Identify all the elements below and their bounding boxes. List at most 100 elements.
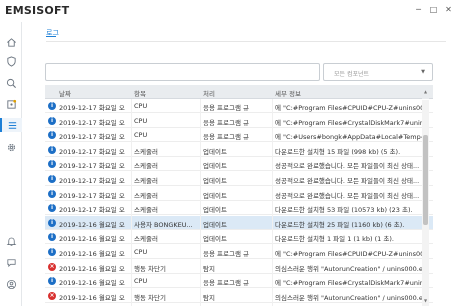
sidebar-item-home[interactable] [4,35,18,49]
cell-details: 에 "C:#Users#bongk#AppData#Local#Temp#fc.… [275,133,425,142]
home-icon [6,37,16,47]
cell-action: 업데이트 [203,147,227,156]
title-bar: EMSISOFT ─ □ ✕ [0,0,458,22]
table-row[interactable]: i 2019-12-17 화요일 오 스케줄러 업데이트 다운로드한 설치형 15 파일… [45,143,433,157]
cell-details: 다운로드한 설치형 53 파일 (10573 kb) (23 초). [275,206,413,215]
cell-action: 응용 프로그램 규 [203,104,249,112]
cell-details: 에 "C:#Program Files#CrystalDiskMark7#uni… [275,279,425,288]
table-row[interactable]: i 2019-12-16 월요일 오 스케줄러 업데이트 다운로드한 설치형 1 파일 … [45,230,433,245]
cell-date: 2019-12-16 월요일 오 [59,220,125,229]
cell-details: 성공적으로 완료했습니다. 모든 파일들이 최신 상태... [275,162,420,171]
error-icon: × [48,291,56,300]
cell-details: 성공적으로 완료했습니다. 모든 파일들이 최신 상태... [275,191,420,200]
info-icon: i [48,233,56,242]
column-header-details[interactable]: 세부 정보 [275,88,301,98]
info-icon: i [48,102,56,110]
cell-date: 2019-12-16 월요일 오 [59,264,125,273]
cell-date: 2019-12-16 월요일 오 [59,279,125,288]
table-row[interactable]: ×2019-12-16 월요일 오 행동 차단기 탐지 의심스러운 행위 "Autor… [45,260,433,274]
cell-action: 응용 프로그램 규 [203,279,249,288]
window-controls: ─ □ ✕ [411,2,456,16]
scroll-up-arrow[interactable]: ▲ [422,85,429,99]
table-row[interactable]: i 2019-12-17 화요일 오 스케줄러 업데이트 다운로드한 설치형 53 파일… [45,201,433,216]
cell-item: 사용자 BONGKEU... [134,220,193,229]
cell-action: 업데이트 [203,220,227,229]
help-icon [6,258,16,267]
column-header-date[interactable]: 날짜 [59,88,71,98]
cell-item: CPU [134,248,148,256]
column-divider [200,99,201,306]
cell-item: CPU [134,102,148,110]
table-row[interactable]: i 2019-12-17 화요일 오 스케줄러 업데이트 성공적으로 완료했습니다. 모… [45,157,433,172]
cell-date: 2019-12-17 화요일 오 [59,206,125,215]
info-icon: i [48,116,56,125]
column-header-action[interactable]: 처리 [203,88,215,98]
search-icon [6,78,16,88]
cell-date: 2019-12-17 화요일 오 [59,133,125,142]
cell-details: 다운로드한 설치형 15 파일 (998 kb) (5 초). [275,147,401,156]
cell-details: 성공적으로 완료했습니다. 모든 파일들이 최신 상태... [275,177,420,185]
table-row[interactable]: i 2019-12-16 월요일 오 CPU 응용 프로그램 규 에 "C:#Progr… [45,274,433,289]
info-icon: i [48,160,56,169]
sidebar-item-logs[interactable] [0,118,22,132]
table-row[interactable]: i 2019-12-17 화요일 오 CPU 응용 프로그램 규 에 "C:#Progr… [45,99,433,113]
table-row[interactable]: i 2019-12-17 화요일 오 CPU 응용 프로그램 규 에 "C:#Users… [45,128,433,143]
cell-date: 2019-12-16 월요일 오 [59,250,125,258]
table-row[interactable]: ×2019-12-16 월요일 오 행동 차단기 탐지 의심스러운 행위 "Autor… [45,289,433,303]
cell-action: 응용 프로그램 규 [203,250,249,258]
info-icon: i [48,189,56,198]
maximize-button[interactable]: □ [426,2,441,16]
cell-date: 2019-12-17 화요일 오 [59,118,125,127]
cell-item: CPU [134,277,148,286]
component-filter-dropdown[interactable]: 모든 컴포넌트 ▼ [323,63,433,81]
table-row[interactable]: i 2019-12-17 화요일 오 스케줄러 업데이트 성공적으로 완료했습니다. 모… [45,187,433,201]
cell-date: 2019-12-16 월요일 오 [59,293,125,302]
cell-details: 에 "C:#Program Files#CPUID#CPU-Z#unins000… [275,250,425,258]
app-logo: EMSISOFT [5,4,70,17]
search-input[interactable] [45,63,320,81]
sidebar-item-account[interactable] [4,277,18,291]
cell-details: 에 "C:#Program Files#CPUID#CPU-Z#unins000… [275,104,425,112]
sidebar-item-quarantine[interactable] [4,97,18,111]
cell-details: 다운로드한 설치형 25 파일 (1160 kb) (6 초). [275,220,405,229]
cell-item: CPU [134,116,148,125]
cell-action: 응용 프로그램 규 [203,133,249,142]
gear-icon [7,143,15,151]
sidebar-item-scan[interactable] [4,76,18,90]
cell-item: 행동 차단기 [134,264,166,273]
cell-date: 2019-12-16 월요일 오 [59,235,125,244]
cell-item: 행동 차단기 [134,293,166,302]
table-row[interactable]: i 2019-12-16 월요일 오 CPU 응용 프로그램 규 에 "C:#Progr… [45,245,433,259]
cell-action: 업데이트 [203,177,227,185]
column-header-item[interactable]: 항목 [134,88,146,98]
cell-item: 스케줄러 [134,147,158,156]
cell-item: 스케줄러 [134,162,158,171]
scrollbar-thumb[interactable] [423,135,428,225]
cell-item: 스케줄러 [134,177,158,185]
table-row[interactable]: i 2019-12-16 월요일 오 사용자 BONGKEU... 업데이트 다운로드한… [45,215,433,230]
close-button[interactable]: ✕ [441,2,456,16]
cell-item: 스케줄러 [134,235,158,244]
info-icon: i [48,277,56,286]
sidebar-item-protection[interactable] [4,54,18,68]
cell-date: 2019-12-17 화요일 오 [59,162,125,171]
cell-action: 탐지 [203,264,215,273]
cell-details: 다운로드한 설치형 1 파일 1 (1 kb) (1 초). [275,235,394,244]
table-row[interactable]: i 2019-12-17 화요일 오 CPU 응용 프로그램 규 에 "C:#Progr… [45,114,433,128]
sidebar-item-settings[interactable] [4,140,18,154]
scroll-down-arrow[interactable]: ▼ [422,298,429,306]
sidebar-item-help[interactable] [4,255,18,269]
sidebar-item-notifications[interactable] [4,234,18,248]
error-icon: × [48,262,56,271]
vertical-scrollbar[interactable] [422,100,429,306]
cell-item: 스케줄러 [134,206,158,215]
cell-details: 의심스러운 행위 "AutorunCreation" / unins000.ex… [275,264,425,273]
user-icon [6,279,16,289]
cell-item: 스케줄러 [134,191,158,200]
column-divider [131,99,132,306]
table-row[interactable]: i 2019-12-17 화요일 오 스케줄러 업데이트 성공적으로 완료했습니다. 모… [45,172,433,186]
minimize-button[interactable]: ─ [411,2,426,16]
cell-date: 2019-12-17 화요일 오 [59,104,125,112]
shield-icon [6,55,16,67]
cell-date: 2019-12-17 화요일 오 [59,147,125,156]
